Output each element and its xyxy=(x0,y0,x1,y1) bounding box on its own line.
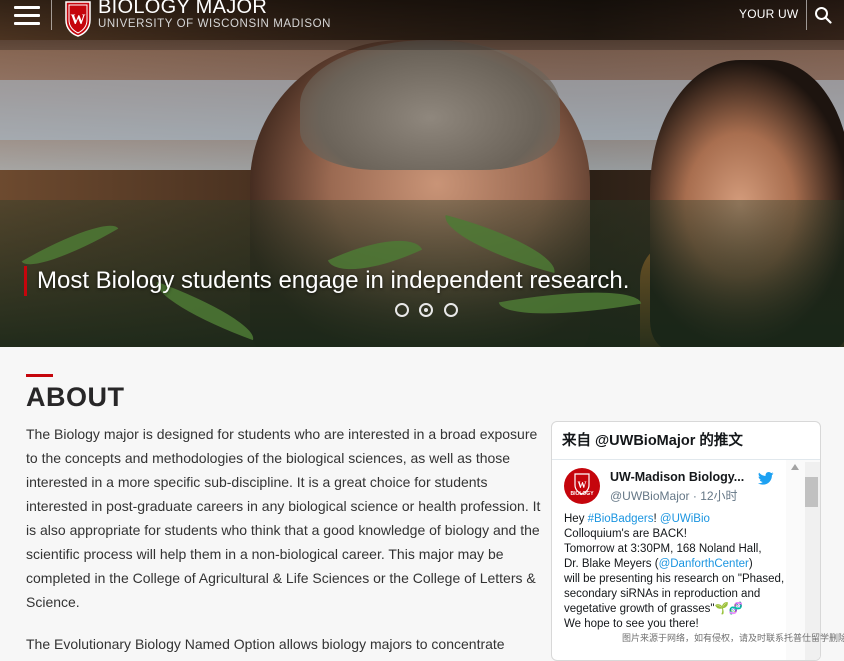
tweet-line: We hope to see you there! xyxy=(564,618,699,630)
scroll-up-arrow-icon[interactable] xyxy=(791,464,799,470)
about-heading: ABOUT xyxy=(26,382,125,412)
scrollbar-thumb[interactable] xyxy=(805,477,818,507)
tweet-handle[interactable]: @UWBioMajor xyxy=(610,489,690,503)
avatar-label: BIOLOGY xyxy=(570,491,594,497)
avatar[interactable]: W BIOLOGY xyxy=(564,468,600,504)
tweet-text: Hey #BioBadgers! @UWiBio Colloquium's ar… xyxy=(564,512,786,632)
uw-crest-logo[interactable]: W xyxy=(64,0,92,37)
hero-person-left-hair xyxy=(300,40,560,170)
tweet-line: will be presenting his research on "Phas… xyxy=(564,573,785,615)
hero-caption-text: Most Biology students engage in independ… xyxy=(37,267,630,294)
tweet-text-part: Hey xyxy=(564,513,588,525)
hamburger-menu-icon[interactable] xyxy=(14,6,40,26)
carousel-dot-1[interactable] xyxy=(395,303,409,317)
tweet-line: Tomorrow at 3:30PM, 168 Noland Hall, xyxy=(564,543,762,555)
nav-divider xyxy=(51,0,52,30)
crest-letter: W xyxy=(71,12,86,28)
nav-divider xyxy=(806,0,807,30)
tweet-text-part: ) xyxy=(748,558,753,570)
tweet-author-name[interactable]: UW-Madison Biology... xyxy=(610,470,744,484)
your-uw-link[interactable]: YOUR UW xyxy=(739,7,798,21)
site-subtitle[interactable]: UNIVERSITY OF WISCONSIN MADISON xyxy=(98,18,331,30)
about-paragraph-2: The Evolutionary Biology Named Option al… xyxy=(26,636,505,652)
tweet-time[interactable]: · 12小时 xyxy=(693,489,738,503)
carousel-dots xyxy=(395,303,464,322)
tweet-line: Colloquium's are BACK! xyxy=(564,528,687,540)
svg-text:W: W xyxy=(578,480,587,490)
image-watermark: 图片来源于网络，如有侵权，请及时联系托普仕留学删除 xyxy=(622,633,844,643)
mention-link[interactable]: @UWiBio xyxy=(660,513,710,525)
hero-caption: Most Biology students engage in independ… xyxy=(24,266,629,296)
top-navigation-bar: W BIOLOGY MAJOR UNIVERSITY OF WISCONSIN … xyxy=(0,0,844,50)
heading-accent-rule xyxy=(26,374,53,377)
tweet-text-part: Dr. Blake Meyers ( xyxy=(564,558,659,570)
carousel-dot-2[interactable] xyxy=(419,303,434,317)
site-title[interactable]: BIOLOGY MAJOR xyxy=(98,0,267,19)
carousel-dot-3[interactable] xyxy=(443,303,458,317)
crest-icon: W xyxy=(574,473,590,495)
twitter-timeline-widget: 来自 @UWBioMajor 的推文 W BIOLOGY UW-Madison … xyxy=(551,421,821,661)
hashtag-link[interactable]: #BioBadgers xyxy=(588,513,654,525)
twitter-bird-icon[interactable] xyxy=(758,472,774,485)
tweet-author-handle[interactable]: @UWBioMajor · 12小时 xyxy=(610,487,738,504)
about-paragraph: The Biology major is designed for studen… xyxy=(26,426,541,610)
mention-link[interactable]: @DanforthCenter xyxy=(659,558,749,570)
search-icon[interactable] xyxy=(814,6,832,24)
hero-carousel: W BIOLOGY MAJOR UNIVERSITY OF WISCONSIN … xyxy=(0,0,844,347)
twitter-widget-header[interactable]: 来自 @UWBioMajor 的推文 xyxy=(552,422,820,460)
